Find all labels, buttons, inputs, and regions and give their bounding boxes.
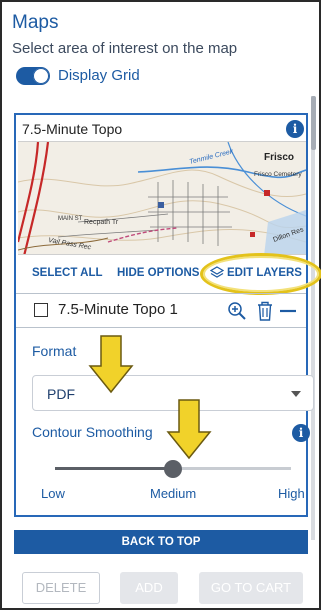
back-to-top-button[interactable]: BACK TO TOP: [14, 530, 308, 554]
format-select-value: PDF: [47, 386, 75, 402]
trash-icon[interactable]: [256, 300, 274, 322]
layer-label: 7.5-Minute Topo 1: [58, 301, 178, 318]
scrollbar-thumb[interactable]: [311, 96, 316, 150]
divider: [16, 293, 306, 294]
info-icon[interactable]: i: [286, 120, 304, 138]
topo-map-image: Frisco Frisco Cemetery Tenmile Creek MAI…: [18, 142, 306, 254]
panel-title: 7.5-Minute Topo: [22, 121, 123, 137]
layer-checkbox[interactable]: [34, 303, 48, 317]
map-label-frisco: Frisco: [264, 152, 294, 163]
select-all-button[interactable]: SELECT ALL: [32, 267, 103, 279]
smoothing-slider-handle[interactable]: [164, 460, 182, 478]
hide-options-button[interactable]: HIDE OPTIONS: [117, 267, 199, 279]
page-title: Maps: [12, 12, 59, 33]
display-grid-label: Display Grid: [58, 67, 140, 84]
smoothing-slider-fill: [55, 467, 173, 470]
chevron-down-icon: [291, 391, 301, 397]
scrollbar-track[interactable]: [311, 96, 315, 540]
go-to-cart-button[interactable]: GO TO CART: [199, 572, 303, 604]
delete-button[interactable]: DELETE: [22, 572, 100, 604]
map-preview: Frisco Frisco Cemetery Tenmile Creek MAI…: [18, 141, 306, 255]
edit-layers-button[interactable]: EDIT LAYERS: [227, 267, 302, 279]
map-label-cemetery: Frisco Cemetery: [254, 171, 302, 178]
slider-tick-high: High: [278, 486, 305, 501]
page-subtitle: Select area of interest on the map: [12, 40, 238, 57]
layers-icon: [210, 266, 224, 278]
arrow-down-icon: [88, 335, 134, 394]
contour-smoothing-label: Contour Smoothing: [32, 424, 153, 440]
display-grid-toggle[interactable]: [16, 67, 50, 85]
divider: [16, 327, 306, 328]
info-icon[interactable]: i: [292, 424, 310, 442]
minus-icon[interactable]: [279, 306, 297, 316]
zoom-in-icon[interactable]: [227, 301, 247, 321]
map-label-main-st: MAIN ST: [58, 216, 83, 222]
map-label-recpath: Recpath Tr: [84, 219, 119, 226]
add-button[interactable]: ADD: [120, 572, 178, 604]
format-label: Format: [32, 343, 77, 359]
slider-tick-medium: Medium: [150, 486, 197, 501]
slider-tick-low: Low: [41, 486, 65, 501]
arrow-down-icon: [166, 399, 212, 460]
